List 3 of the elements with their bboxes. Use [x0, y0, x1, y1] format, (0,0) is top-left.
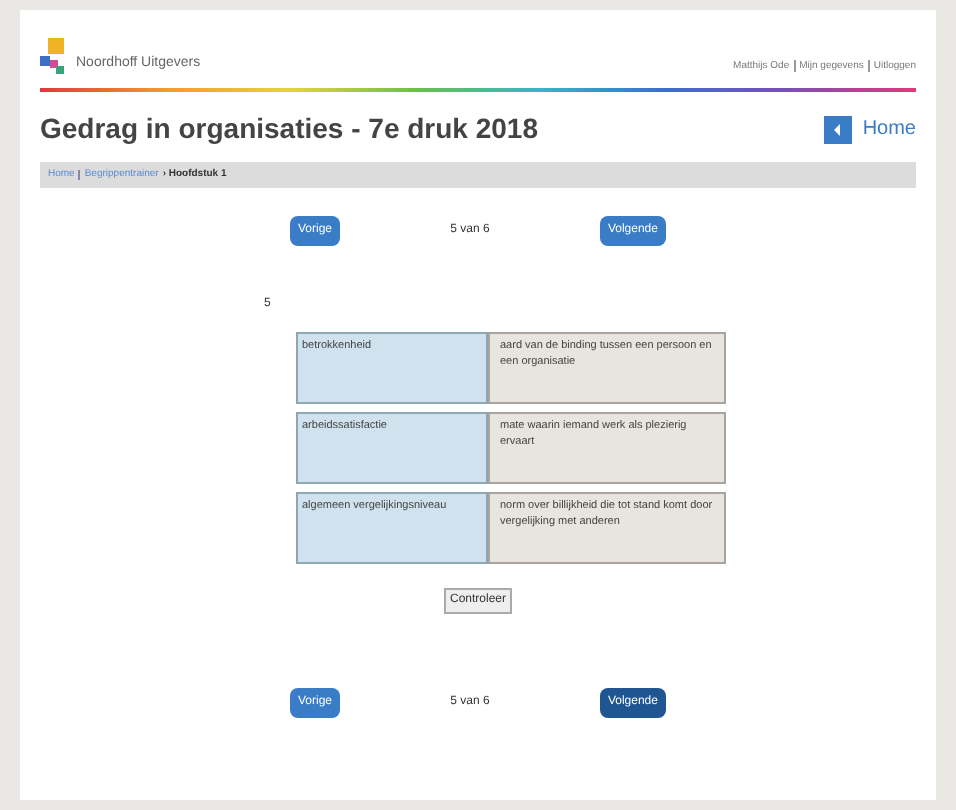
home-button[interactable]: Home	[824, 114, 916, 144]
logo-icon	[40, 38, 68, 74]
page-title: Gedrag in organisaties - 7e druk 2018	[40, 110, 538, 148]
